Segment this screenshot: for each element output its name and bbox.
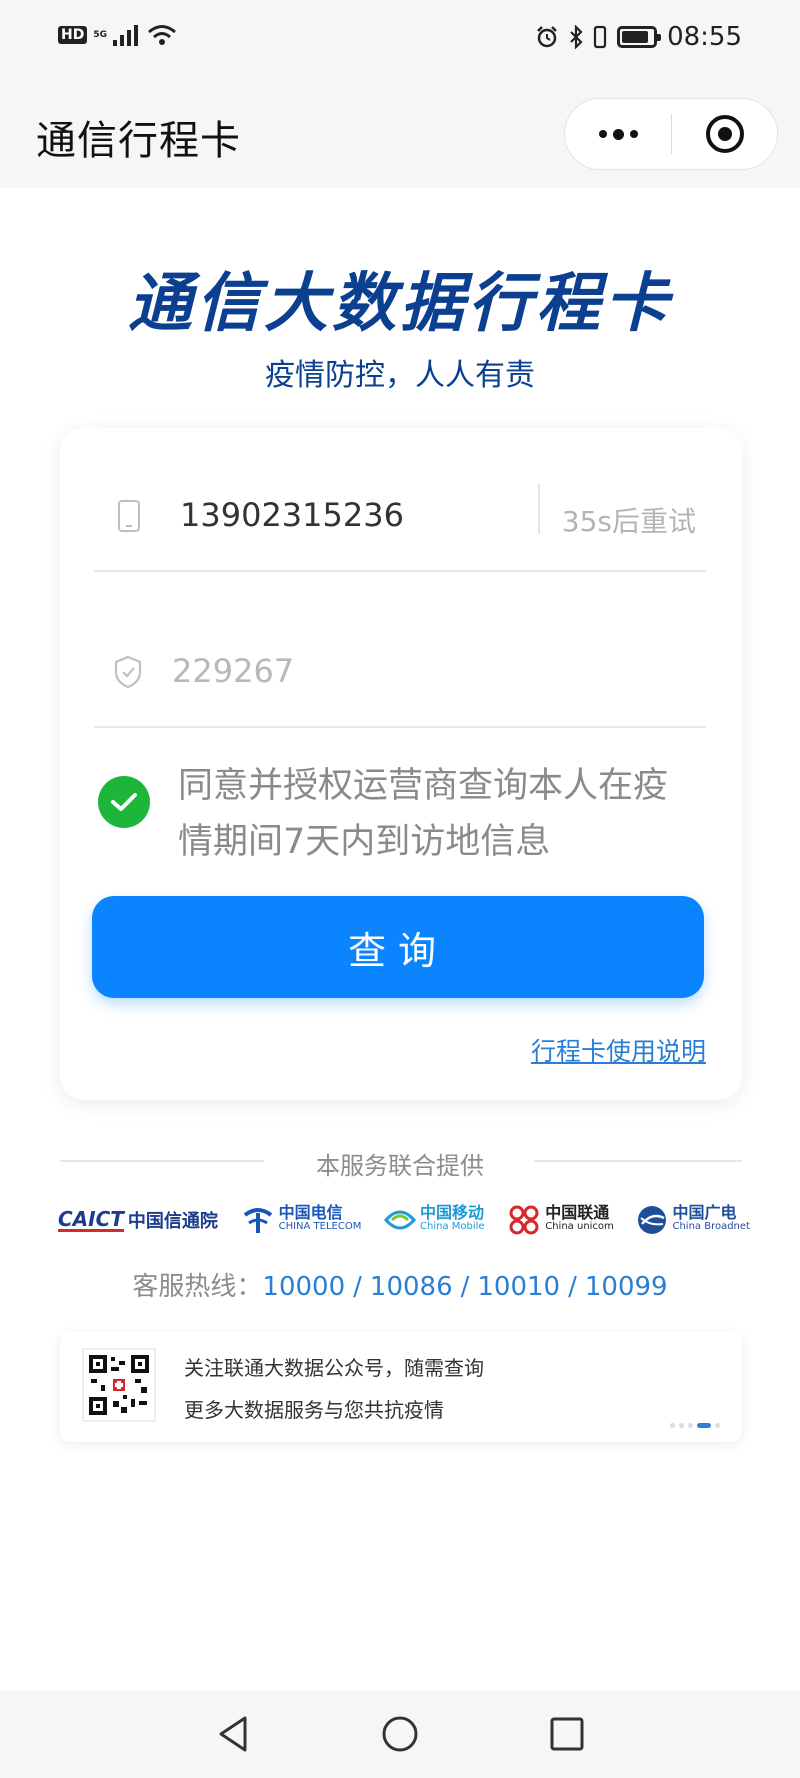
sub-heading: 疫情防控，人人有责 <box>265 358 535 393</box>
vibrate-icon <box>593 25 607 49</box>
capsule-menu <box>564 98 778 170</box>
telecom-icon <box>243 1208 272 1233</box>
agreement-text: 同意并授权运营商查询本人在疫情期间7天内到访地信息 <box>178 766 669 862</box>
hotline-separator: / <box>353 1272 362 1302</box>
shield-check-icon <box>114 655 142 689</box>
bluetooth-icon <box>570 25 583 49</box>
status-right: 08:55 <box>535 22 742 52</box>
phone-field[interactable]: 13902315236 35s后重试 <box>94 474 706 572</box>
hotline-broadnet[interactable]: 10099 <box>585 1272 668 1302</box>
hotline-unicom[interactable]: 10010 <box>477 1272 560 1302</box>
carousel-dot[interactable] <box>679 1423 684 1428</box>
unicom-knot-icon <box>509 1205 539 1235</box>
home-button[interactable] <box>370 1704 430 1764</box>
mobile-icon <box>384 1210 417 1230</box>
battery-icon <box>617 26 662 48</box>
china-unicom-logo: 中国联通 China unicom <box>507 1205 614 1235</box>
checkmark-icon <box>111 793 137 811</box>
carousel-dots <box>670 1423 720 1428</box>
hotline-separator: / <box>568 1272 577 1302</box>
recents-button[interactable] <box>537 1704 597 1764</box>
carousel-dot[interactable] <box>670 1423 675 1428</box>
caict-logo: CAICT 中国信通院 <box>58 1206 218 1232</box>
hotline-separator: / <box>460 1272 470 1302</box>
more-dots-icon <box>612 128 624 140</box>
hotline-row: 客服热线：10000/10086/10010/10099 <box>0 1266 800 1303</box>
mini-program-title-bar: 通信行程卡 <box>0 80 800 188</box>
page-title: 通信行程卡 <box>36 118 241 164</box>
back-triangle-icon <box>219 1716 247 1752</box>
home-circle-icon <box>382 1716 418 1752</box>
system-nav-bar <box>0 1690 800 1778</box>
phone-icon <box>118 500 140 532</box>
agree-checkbox[interactable] <box>98 776 150 828</box>
main-heading: 通信大数据行程卡 <box>128 267 672 341</box>
follow-banner[interactable]: 关注联通大数据公众号，随需查询 更多大数据服务与您共抗疫情 <box>60 1332 742 1442</box>
hd-badge: HD <box>58 26 88 44</box>
phone-input[interactable]: 13902315236 <box>180 496 404 534</box>
status-left: HD 5G <box>58 24 177 46</box>
carousel-dot[interactable] <box>715 1423 720 1428</box>
hotline-telecom[interactable]: 10000 <box>262 1272 345 1302</box>
banner-title: 关注联通大数据公众号，随需查询 <box>184 1356 484 1380</box>
china-broadnet-logo: 中国广电 China Broadnet <box>636 1204 750 1236</box>
code-field[interactable]: 229267 <box>94 624 706 728</box>
retry-divider <box>538 484 540 534</box>
alarm-icon <box>537 26 557 48</box>
carousel-dot-active[interactable] <box>697 1423 711 1428</box>
resend-code-button[interactable]: 35s后重试 <box>562 500 696 540</box>
qr-code-icon <box>82 1348 156 1422</box>
more-button[interactable] <box>565 99 671 169</box>
close-mini-program-button[interactable] <box>672 99 777 169</box>
signal-icon <box>113 25 138 46</box>
target-icon <box>705 115 744 153</box>
recents-square-icon <box>550 1717 584 1751</box>
network-label: 5G <box>93 29 107 40</box>
status-bar: HD 5G 08:55 <box>0 0 800 80</box>
hotline-mobile[interactable]: 10086 <box>370 1272 453 1302</box>
wifi-icon <box>148 25 176 45</box>
query-button[interactable]: 查询 <box>92 896 704 998</box>
china-mobile-logo: 中国移动 China Mobile <box>384 1205 485 1234</box>
verification-code-input[interactable]: 229267 <box>172 652 294 690</box>
more-dots-icon <box>629 130 638 138</box>
query-card: 13902315236 35s后重试 229267 同意并授权运营商查询本人在疫… <box>60 428 742 1100</box>
provider-logos: CAICT 中国信通院 中国电信 CHINA TELECOM 中国移动 Chin… <box>58 1196 750 1244</box>
china-telecom-logo: 中国电信 CHINA TELECOM <box>241 1203 361 1237</box>
service-label: 本服务联合提供 <box>316 1152 484 1180</box>
back-button[interactable] <box>203 1704 263 1764</box>
hotline-label: 客服热线： <box>132 1272 263 1302</box>
carousel-dot[interactable] <box>688 1423 693 1428</box>
usage-guide-link[interactable]: 行程卡使用说明 <box>531 1032 706 1068</box>
broadnet-globe-icon <box>638 1206 667 1234</box>
banner-subtitle: 更多大数据服务与您共抗疫情 <box>184 1398 444 1422</box>
clock: 08:55 <box>667 22 742 52</box>
more-dots-icon <box>598 130 607 138</box>
